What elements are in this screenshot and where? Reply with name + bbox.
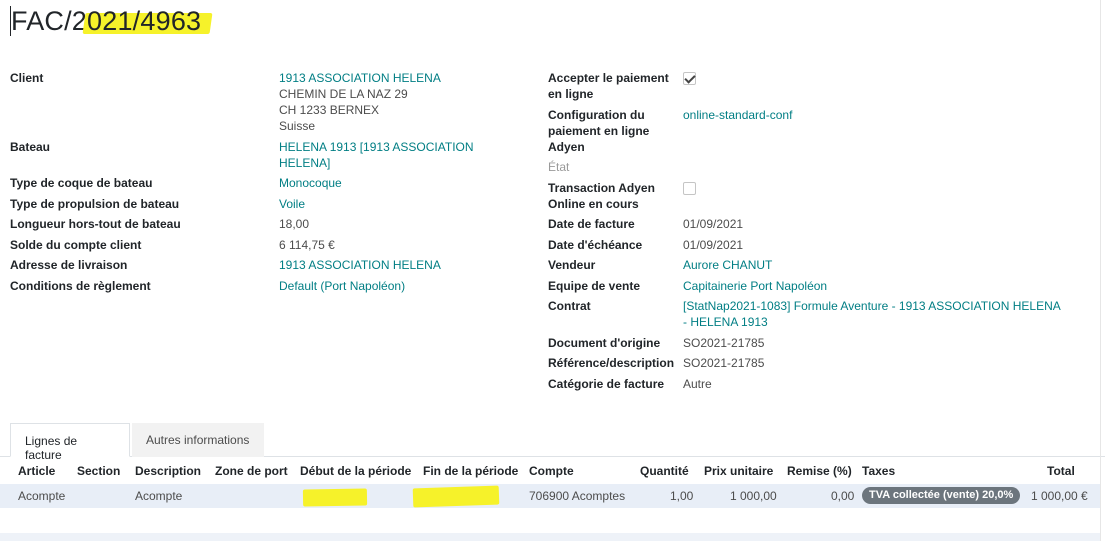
conditions-label: Conditions de règlement (10, 279, 151, 293)
bateau-link[interactable]: HELENA 1913 [1913 ASSOCIATION HELENA] (279, 139, 474, 171)
vendeur-link[interactable]: Aurore CHANUT (683, 257, 772, 273)
type-coque-link[interactable]: Monocoque (279, 175, 342, 191)
date-facture-value: 01/09/2021 (683, 217, 744, 231)
reference-label: Référence/description (548, 356, 675, 370)
client-city: CH 1233 BERNEX (279, 103, 380, 117)
column-header-section[interactable]: Section (77, 464, 120, 478)
conditions-link[interactable]: Default (Port Napoléon) (279, 278, 405, 294)
transaction-adyen-label-line-1: Transaction Adyen (548, 181, 655, 195)
equipe-vente-link[interactable]: Capitainerie Port Napoléon (683, 278, 827, 294)
transaction-adyen-label: Transaction Adyen Online en cours (548, 180, 655, 212)
contrat-link[interactable]: [StatNap2021-1083] Formule Aventure - 19… (683, 298, 1061, 330)
reference-value: SO2021-21785 (683, 356, 765, 370)
row-tax-badge: TVA collectée (vente) 20,0% (862, 487, 1021, 504)
row-compte: 706900 Acomptes (529, 489, 626, 503)
solde-value: 6 114,75 € (279, 238, 335, 252)
row-quantite: 1,00 (670, 489, 694, 503)
accepter-paiement-label-line-1: Accepter le paiement (548, 71, 669, 85)
transaction-adyen-label-line-2: Online en cours (548, 197, 639, 211)
bateau-link-line-2: HELENA] (279, 156, 331, 170)
accepter-paiement-label-line-2: en ligne (548, 87, 594, 101)
column-header-total[interactable]: Total (1047, 464, 1075, 478)
date-echeance-value: 01/09/2021 (683, 238, 744, 252)
contrat-label: Contrat (548, 299, 591, 313)
vendeur-label: Vendeur (548, 258, 596, 272)
highlight-mark-fin (412, 485, 500, 508)
contrat-link-line-2: - HELENA 1913 (683, 315, 768, 329)
configuration-paiement-label-line-1: Configuration du (548, 108, 645, 122)
column-header-zone-port[interactable]: Zone de port (215, 464, 288, 478)
configuration-paiement-label: Configuration du paiement en ligne Adyen (548, 107, 649, 155)
row-prix-unitaire: 1 000,00 (730, 489, 777, 503)
column-header-compte[interactable]: Compte (529, 464, 574, 478)
tab-autres-informations[interactable]: Autres informations (132, 423, 264, 457)
longueur-value: 18,00 (279, 217, 310, 231)
contrat-link-line-1: [StatNap2021-1083] Formule Aventure - 19… (683, 299, 1061, 313)
configuration-paiement-link[interactable]: online-standard-conf (683, 107, 792, 123)
row-article: Acompte (18, 489, 66, 503)
etat-label: État (548, 160, 570, 174)
row-description: Acompte (135, 489, 183, 503)
longueur-label: Longueur hors-tout de bateau (10, 217, 181, 231)
accepter-paiement-checkbox[interactable] (683, 72, 696, 85)
column-header-remise[interactable]: Remise (%) (787, 464, 852, 478)
next-row-strip (0, 533, 1100, 541)
column-header-prix-unitaire[interactable]: Prix unitaire (704, 464, 773, 478)
configuration-paiement-label-line-2: paiement en ligne (548, 124, 650, 138)
highlight-mark-debut (302, 488, 368, 507)
invoice-title-highlighted: 021/4963 (87, 6, 202, 36)
document-origine-label: Document d'origine (548, 336, 661, 350)
tab-lignes-facture[interactable]: Lignes de facture (10, 423, 130, 462)
client-country: Suisse (279, 119, 316, 133)
column-header-debut-periode[interactable]: Début de la période (300, 464, 411, 478)
client-street: CHEMIN DE LA NAZ 29 (279, 87, 408, 101)
sheet-right-border (1100, 0, 1101, 541)
adresse-livraison-link[interactable]: 1913 ASSOCIATION HELENA (279, 257, 441, 273)
bateau-link-line-1: HELENA 1913 [1913 ASSOCIATION (279, 140, 474, 154)
adresse-livraison-label: Adresse de livraison (10, 258, 128, 272)
accepter-paiement-label: Accepter le paiement en ligne (548, 70, 669, 102)
bateau-label: Bateau (10, 140, 51, 154)
date-facture-label: Date de facture (548, 217, 635, 231)
equipe-vente-label: Equipe de vente (548, 279, 641, 293)
solde-label: Solde du compte client (10, 238, 142, 252)
categorie-label: Catégorie de facture (548, 377, 665, 391)
type-coque-label: Type de coque de bateau (10, 176, 153, 190)
invoice-title: FAC/2021/4963 (10, 6, 201, 37)
configuration-paiement-label-line-3: Adyen (548, 140, 585, 154)
type-propulsion-link[interactable]: Voile (279, 196, 305, 212)
client-label: Client (10, 71, 44, 85)
transaction-adyen-checkbox[interactable] (683, 182, 696, 195)
column-header-fin-periode[interactable]: Fin de la période (423, 464, 518, 478)
invoice-title-prefix: FAC/2 (11, 6, 88, 36)
column-header-article[interactable]: Article (18, 464, 55, 478)
row-remise: 0,00 (831, 489, 855, 503)
type-propulsion-label: Type de propulsion de bateau (10, 197, 180, 211)
client-name-link[interactable]: 1913 ASSOCIATION HELENA (279, 70, 441, 86)
column-header-quantite[interactable]: Quantité (640, 464, 689, 478)
row-total: 1 000,00 € (1031, 489, 1088, 503)
date-echeance-label: Date d'échéance (548, 238, 643, 252)
categorie-value: Autre (683, 377, 712, 391)
document-origine-value: SO2021-21785 (683, 336, 765, 350)
column-header-taxes[interactable]: Taxes (862, 464, 895, 478)
column-header-description[interactable]: Description (135, 464, 201, 478)
